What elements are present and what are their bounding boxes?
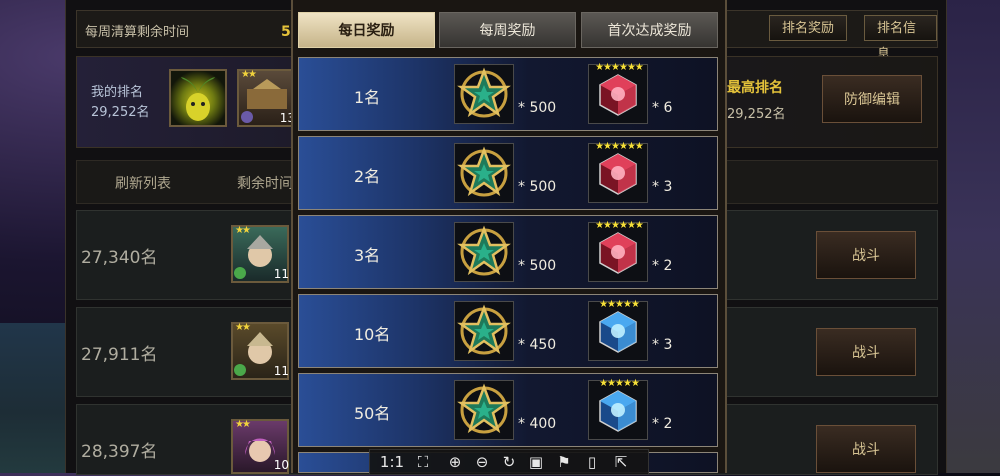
defense-edit-button[interactable]: 防御编辑 [822,75,922,123]
sprout-creature-icon [181,77,215,121]
opponent-hero-portrait[interactable]: ★★ 10 [231,419,289,474]
zoom-in-icon[interactable]: ⊕ [444,452,466,472]
defense-hero-portrait[interactable] [169,69,227,127]
blue-crystal-cube-icon[interactable]: ★★★★★ [588,378,648,440]
highest-rank-value: 29,252名 [727,107,786,122]
hero-level: 10 [273,458,289,472]
gold-star-medal-icon[interactable] [454,222,514,282]
reward-rank-label: 3名 [354,246,381,265]
bookmark-icon[interactable]: ⚑ [553,452,575,472]
zoom-out-icon[interactable]: ⊖ [471,452,493,472]
reward-row: 10名 * 450 ★★★★★ * 3 [298,294,718,368]
hero-stars: ★★ [235,419,251,430]
reward-quantity: * 400 [518,416,557,432]
opponent-hero-portrait[interactable]: ★★ 11 [231,225,289,283]
opponent-rank: 27,340名 [81,248,158,268]
item-star-rating: ★★★★★ [599,299,640,310]
red-crystal-cube-icon[interactable]: ★★★★★★ [588,62,648,124]
tab-weekly-reward[interactable]: 每周奖励 [439,12,576,48]
reward-quantity: * 500 [518,179,557,195]
hero-stars: ★★ [241,69,257,80]
reward-row: 50名 * 400 ★★★★★ * 2 [298,373,718,447]
reward-rank-label: 1名 [354,88,381,107]
gold-star-medal-icon[interactable] [454,143,514,203]
red-crystal-cube-icon[interactable]: ★★★★★★ [588,220,648,282]
item-star-rating: ★★★★★★ [595,62,644,73]
rank-reward-popup: 每日奖励 每周奖励 首次达成奖励 1名 * 500 ★★★★★★ * 6 2名 * 500… [291,0,727,473]
tab-first-achievement-reward[interactable]: 首次达成奖励 [581,12,718,48]
image-viewer-toolbar: 1:1 ⛶ ⊕ ⊖ ↻ ▣ ⚑ ▯ ⇱ [369,449,649,475]
save-icon[interactable]: ▣ [525,452,547,472]
reward-quantity: * 6 [652,100,673,116]
defense-hero-portrait-2[interactable]: ★★ 13 [237,69,295,127]
hero-stars: ★★ [235,225,251,236]
gold-star-medal-icon[interactable] [454,380,514,440]
reward-row: 2名 * 500 ★★★★★★ * 3 [298,136,718,210]
reward-quantity: * 450 [518,337,557,353]
item-star-rating: ★★★★★★ [595,220,644,231]
weekly-settlement-label: 每周清算剩余时间 [85,25,190,40]
hero-level: 11 [273,267,289,281]
reward-quantity: * 500 [518,100,557,116]
fight-button[interactable]: 战斗 [816,231,916,279]
my-rank-value: 29,252名 [91,105,150,120]
remaining-time-label: 剩余时间 [237,176,293,192]
reward-quantity: * 2 [652,258,673,274]
opponent-rank: 27,911名 [81,345,158,365]
reward-row: 3名 * 500 ★★★★★★ * 2 [298,215,718,289]
gold-star-medal-icon[interactable] [454,301,514,361]
reward-quantity: * 500 [518,258,557,274]
rotate-icon[interactable]: ↻ [498,452,520,472]
landscape-background-left [0,323,70,473]
item-star-rating: ★★★★★ [599,378,640,389]
reward-row: 1名 * 500 ★★★★★★ * 6 [298,57,718,131]
refresh-list-button[interactable]: 刷新列表 [115,173,171,193]
fit-screen-icon[interactable]: ⛶ [412,452,434,472]
share-icon[interactable]: ⇱ [610,452,632,472]
fight-button[interactable]: 战斗 [816,425,916,473]
reward-quantity: * 2 [652,416,673,432]
red-crystal-cube-icon[interactable]: ★★★★★★ [588,141,648,203]
fight-button[interactable]: 战斗 [816,328,916,376]
reward-rank-label: 10名 [354,325,391,344]
rank-info-button[interactable]: 排名信息 [864,15,937,62]
actual-size-button[interactable]: 1:1 [378,452,406,472]
rank-reward-button[interactable]: 排名奖励 [769,15,848,41]
blue-crystal-cube-icon[interactable]: ★★★★★ [588,299,648,361]
reward-rank-label: 2名 [354,167,381,186]
reward-rank-label: 50名 [354,404,391,423]
hero-level: 11 [273,364,289,378]
reward-quantity: * 3 [652,179,673,195]
item-star-rating: ★★★★★★ [595,141,644,152]
highest-rank-label: 最高排名 [727,80,783,96]
gold-star-medal-icon[interactable] [454,64,514,124]
tab-daily-reward[interactable]: 每日奖励 [298,12,435,48]
opponent-hero-portrait[interactable]: ★★ 11 [231,322,289,380]
my-rank-label: 我的排名 [91,85,144,100]
opponent-rank: 28,397名 [81,442,158,462]
reward-quantity: * 3 [652,337,673,353]
hero-stars: ★★ [235,322,251,333]
phone-icon[interactable]: ▯ [581,452,603,472]
